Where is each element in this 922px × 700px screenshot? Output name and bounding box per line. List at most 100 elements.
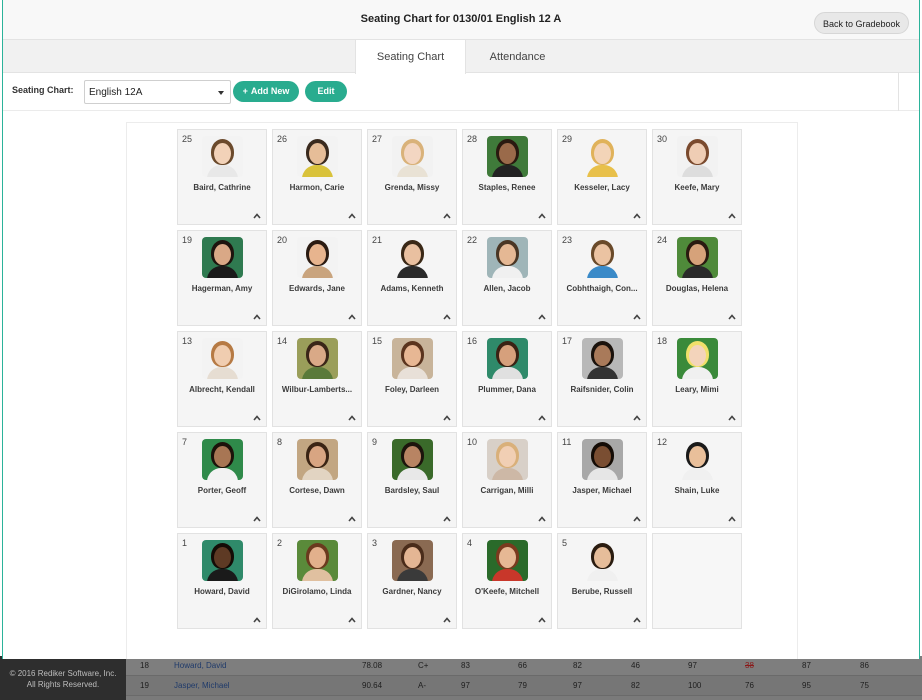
seat-card[interactable]: 14 Wilbur-Lamberts... — [272, 331, 362, 427]
tab-seating-chart[interactable]: Seating Chart — [355, 40, 466, 74]
seat-number: 19 — [182, 235, 193, 245]
seat-card[interactable]: 5 Berube, Russell — [557, 533, 647, 629]
chevron-up-icon[interactable] — [538, 414, 546, 422]
chevron-up-icon[interactable] — [538, 616, 546, 624]
row-score: 82 — [573, 661, 582, 670]
chevron-up-icon[interactable] — [443, 414, 451, 422]
seating-chart-select[interactable]: English 12A — [84, 80, 231, 104]
chevron-up-icon[interactable] — [348, 414, 356, 422]
seat-card[interactable]: 19 Hagerman, Amy — [177, 230, 267, 326]
seat-card[interactable]: 25 Baird, Cathrine — [177, 129, 267, 225]
student-name: Adams, Kenneth — [380, 284, 444, 293]
chevron-up-icon[interactable] — [633, 313, 641, 321]
seat-card[interactable]: 12 Shain, Luke — [652, 432, 742, 528]
seat-card[interactable]: 1 Howard, David — [177, 533, 267, 629]
student-photo — [582, 338, 623, 379]
chevron-up-icon[interactable] — [348, 313, 356, 321]
seat-card[interactable]: 16 Plummer, Dana — [462, 331, 552, 427]
seat-number: 16 — [467, 336, 478, 346]
seat-number: 12 — [657, 437, 668, 447]
back-to-gradebook-button[interactable]: Back to Gradebook — [813, 12, 909, 34]
chevron-up-icon[interactable] — [253, 313, 261, 321]
seat-card[interactable]: 13 Albrecht, Kendall — [177, 331, 267, 427]
seat-card[interactable]: 8 Cortese, Dawn — [272, 432, 362, 528]
seat-card[interactable]: 24 Douglas, Helena — [652, 230, 742, 326]
seat-card[interactable]: 4 O'Keefe, Mitchell — [462, 533, 552, 629]
seat-card[interactable]: 15 Foley, Darleen — [367, 331, 457, 427]
chevron-up-icon[interactable] — [348, 616, 356, 624]
row-score: 87 — [802, 661, 811, 670]
seat-number: 18 — [657, 336, 668, 346]
student-name: Douglas, Helena — [665, 284, 729, 293]
seat-card[interactable]: 9 Bardsley, Saul — [367, 432, 457, 528]
chevron-up-icon[interactable] — [633, 212, 641, 220]
chevron-up-icon[interactable] — [728, 212, 736, 220]
chevron-up-icon[interactable] — [728, 313, 736, 321]
chevron-up-icon[interactable] — [443, 515, 451, 523]
seat-number: 23 — [562, 235, 573, 245]
row-number: 19 — [140, 681, 149, 690]
chevron-up-icon[interactable] — [538, 212, 546, 220]
seat-card[interactable]: 20 Edwards, Jane — [272, 230, 362, 326]
student-name: Wilbur-Lamberts... — [281, 385, 353, 394]
student-name: Staples, Renee — [478, 183, 536, 192]
seat-card[interactable]: 28 Staples, Renee — [462, 129, 552, 225]
toolbar-divider — [898, 73, 899, 111]
seat-card[interactable]: 30 Keefe, Mary — [652, 129, 742, 225]
seat-number: 25 — [182, 134, 193, 144]
caret-down-icon — [218, 91, 224, 95]
student-photo — [202, 540, 243, 581]
chevron-up-icon[interactable] — [253, 515, 261, 523]
chevron-up-icon[interactable] — [728, 515, 736, 523]
seat-card[interactable]: 26 Harmon, Carie — [272, 129, 362, 225]
student-name: Berube, Russell — [571, 587, 633, 596]
seat-card[interactable]: 23 Cobhthaigh, Con... — [557, 230, 647, 326]
chevron-up-icon[interactable] — [633, 414, 641, 422]
seat-number: 10 — [467, 437, 478, 447]
student-photo — [677, 237, 718, 278]
seat-card[interactable]: 27 Grenda, Missy — [367, 129, 457, 225]
edit-button[interactable]: Edit — [305, 81, 347, 102]
chevron-up-icon[interactable] — [253, 414, 261, 422]
row-grade: C+ — [418, 661, 429, 670]
row-score: 79 — [518, 681, 527, 690]
empty-seat[interactable] — [652, 533, 742, 629]
seat-card[interactable]: 7 Porter, Geoff — [177, 432, 267, 528]
seat-card[interactable]: 17 Raifsnider, Colin — [557, 331, 647, 427]
chevron-up-icon[interactable] — [633, 515, 641, 523]
student-name: Shain, Luke — [674, 486, 720, 495]
seat-card[interactable]: 3 Gardner, Nancy — [367, 533, 457, 629]
chevron-up-icon[interactable] — [443, 313, 451, 321]
row-student-name[interactable]: Jasper, Michael — [174, 681, 230, 690]
student-name: Cortese, Dawn — [289, 486, 345, 495]
student-name: Allen, Jacob — [483, 284, 531, 293]
student-name: Howard, David — [194, 587, 250, 596]
chevron-up-icon[interactable] — [348, 212, 356, 220]
seat-card[interactable]: 10 Carrigan, Milli — [462, 432, 552, 528]
seat-number: 11 — [562, 437, 572, 447]
chevron-up-icon[interactable] — [443, 212, 451, 220]
seat-card[interactable]: 2 DiGirolamo, Linda — [272, 533, 362, 629]
seat-card[interactable]: 21 Adams, Kenneth — [367, 230, 457, 326]
chevron-up-icon[interactable] — [633, 616, 641, 624]
chevron-up-icon[interactable] — [253, 212, 261, 220]
gradebook-row: 18 Howard, David 78.08 C+ 83 66 82 46 97 38 87 86 — [126, 656, 922, 676]
seat-card[interactable]: 18 Leary, Mimi — [652, 331, 742, 427]
selected-chart-value: English 12A — [89, 87, 143, 98]
chevron-up-icon[interactable] — [443, 616, 451, 624]
seat-card[interactable]: 22 Allen, Jacob — [462, 230, 552, 326]
chevron-up-icon[interactable] — [538, 313, 546, 321]
tab-attendance[interactable]: Attendance — [466, 40, 569, 73]
chevron-up-icon[interactable] — [728, 414, 736, 422]
chevron-up-icon[interactable] — [253, 616, 261, 624]
student-photo — [487, 540, 528, 581]
student-photo — [677, 439, 718, 480]
seat-number: 7 — [182, 437, 188, 447]
seat-card[interactable]: 29 Kesseler, Lacy — [557, 129, 647, 225]
seat-card[interactable]: 11 Jasper, Michael — [557, 432, 647, 528]
chevron-up-icon[interactable] — [348, 515, 356, 523]
chevron-up-icon[interactable] — [538, 515, 546, 523]
row-student-name[interactable]: Howard, David — [174, 661, 226, 670]
student-photo — [392, 540, 433, 581]
add-new-button[interactable]: + Add New — [233, 81, 299, 102]
